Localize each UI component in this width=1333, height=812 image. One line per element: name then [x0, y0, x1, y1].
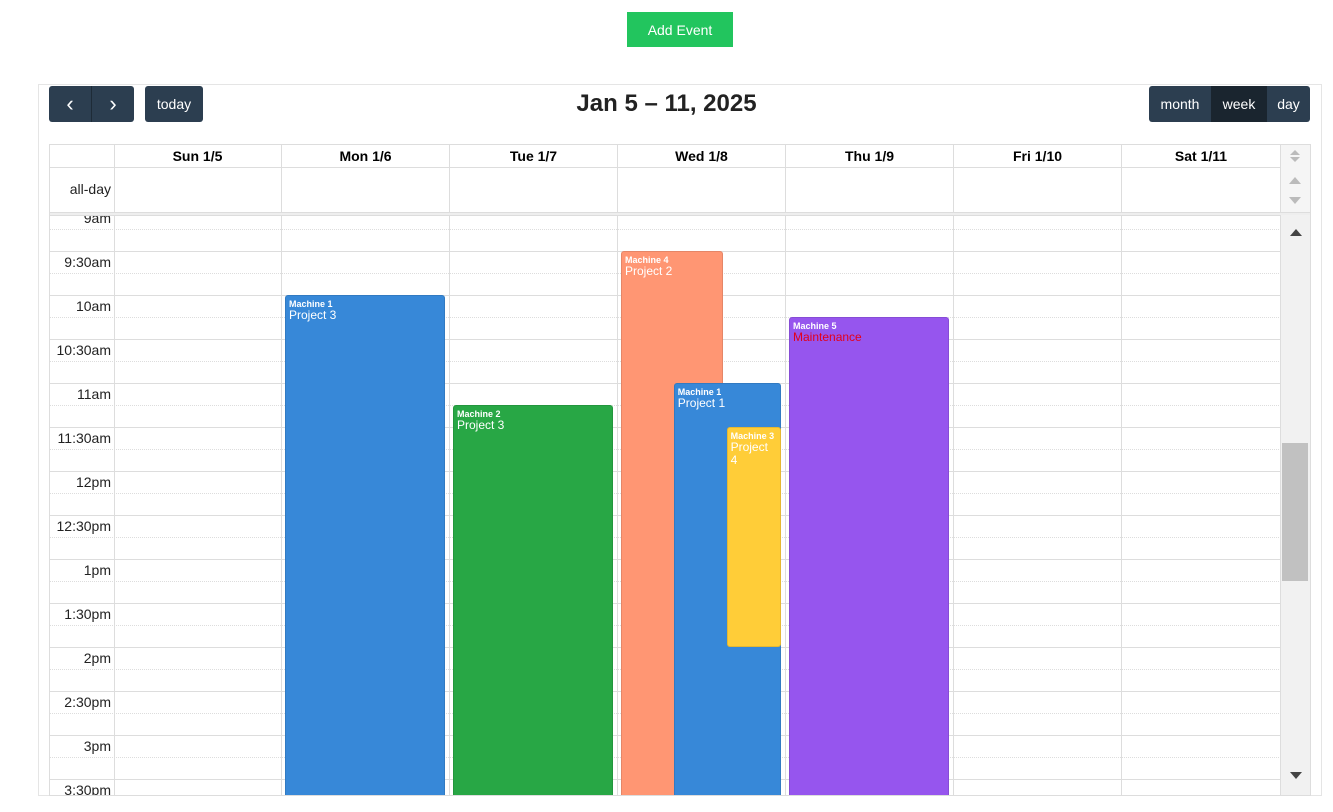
time-label: 11am — [77, 386, 111, 402]
event-title: Project 2 — [625, 264, 673, 278]
event-title: Project 1 — [677, 396, 726, 410]
calendar-title: Jan 5 – 11, 2025 — [576, 90, 757, 117]
event-title: Project 3 — [289, 308, 337, 322]
event-title: Maintenance — [793, 330, 862, 344]
view-month-button[interactable]: month — [1149, 86, 1211, 122]
day-header: Mon 1/6 — [282, 145, 450, 167]
day-header: Sat 1/11 — [1122, 145, 1281, 167]
time-label: 1pm — [83, 562, 111, 578]
calendar-event[interactable]: Machine 2 Project 3 — [453, 405, 613, 795]
time-label: 9am — [83, 216, 111, 226]
scrollbar[interactable] — [1281, 215, 1310, 795]
day-header: Wed 1/8 — [618, 145, 786, 167]
time-label: 9:30am — [64, 254, 111, 270]
day-header: Tue 1/7 — [450, 145, 618, 167]
time-label: 1:30pm — [64, 606, 111, 622]
calendar-event[interactable]: Machine 1 Project 3 — [285, 295, 445, 795]
time-label: 3:30pm — [64, 782, 111, 796]
scroll-down-icon[interactable] — [1290, 772, 1302, 779]
event-title: Project 4 — [730, 440, 768, 467]
day-header: Sun 1/5 — [114, 145, 282, 167]
time-label: 3pm — [83, 738, 111, 754]
all-day-label: all-day — [69, 181, 111, 197]
header-scrollbar — [1281, 145, 1310, 212]
time-grid-body[interactable]: 9am 9:30am 10am 10:30am 11am 11:30am 12pm 12:30… — [50, 216, 1281, 796]
time-label: 2:30pm — [64, 694, 111, 710]
calendar-event[interactable]: Machine 5 Maintenance — [789, 317, 949, 795]
time-label: 11:30am — [57, 430, 111, 446]
time-label: 12pm — [75, 474, 111, 490]
scroll-up-icon[interactable] — [1290, 229, 1302, 236]
event-title: Project 3 — [457, 418, 505, 432]
view-week-button[interactable]: week — [1211, 86, 1267, 122]
add-event-button[interactable]: Add Event — [627, 12, 733, 47]
day-header: Thu 1/9 — [786, 145, 954, 167]
calendar-event[interactable]: Machine 3 Project 4 — [726, 427, 781, 647]
time-label: 10am — [75, 298, 111, 314]
time-label: 12:30pm — [56, 518, 111, 534]
scrollbar-thumb[interactable] — [1282, 443, 1308, 581]
day-header: Fri 1/10 — [954, 145, 1122, 167]
view-day-button[interactable]: day — [1267, 86, 1310, 122]
time-label: 10:30am — [56, 342, 111, 358]
time-label: 2pm — [83, 650, 111, 666]
week-grid: all-day 9am 9:30am 10am 10:30am 11am 11:30am 1… — [49, 144, 1311, 796]
